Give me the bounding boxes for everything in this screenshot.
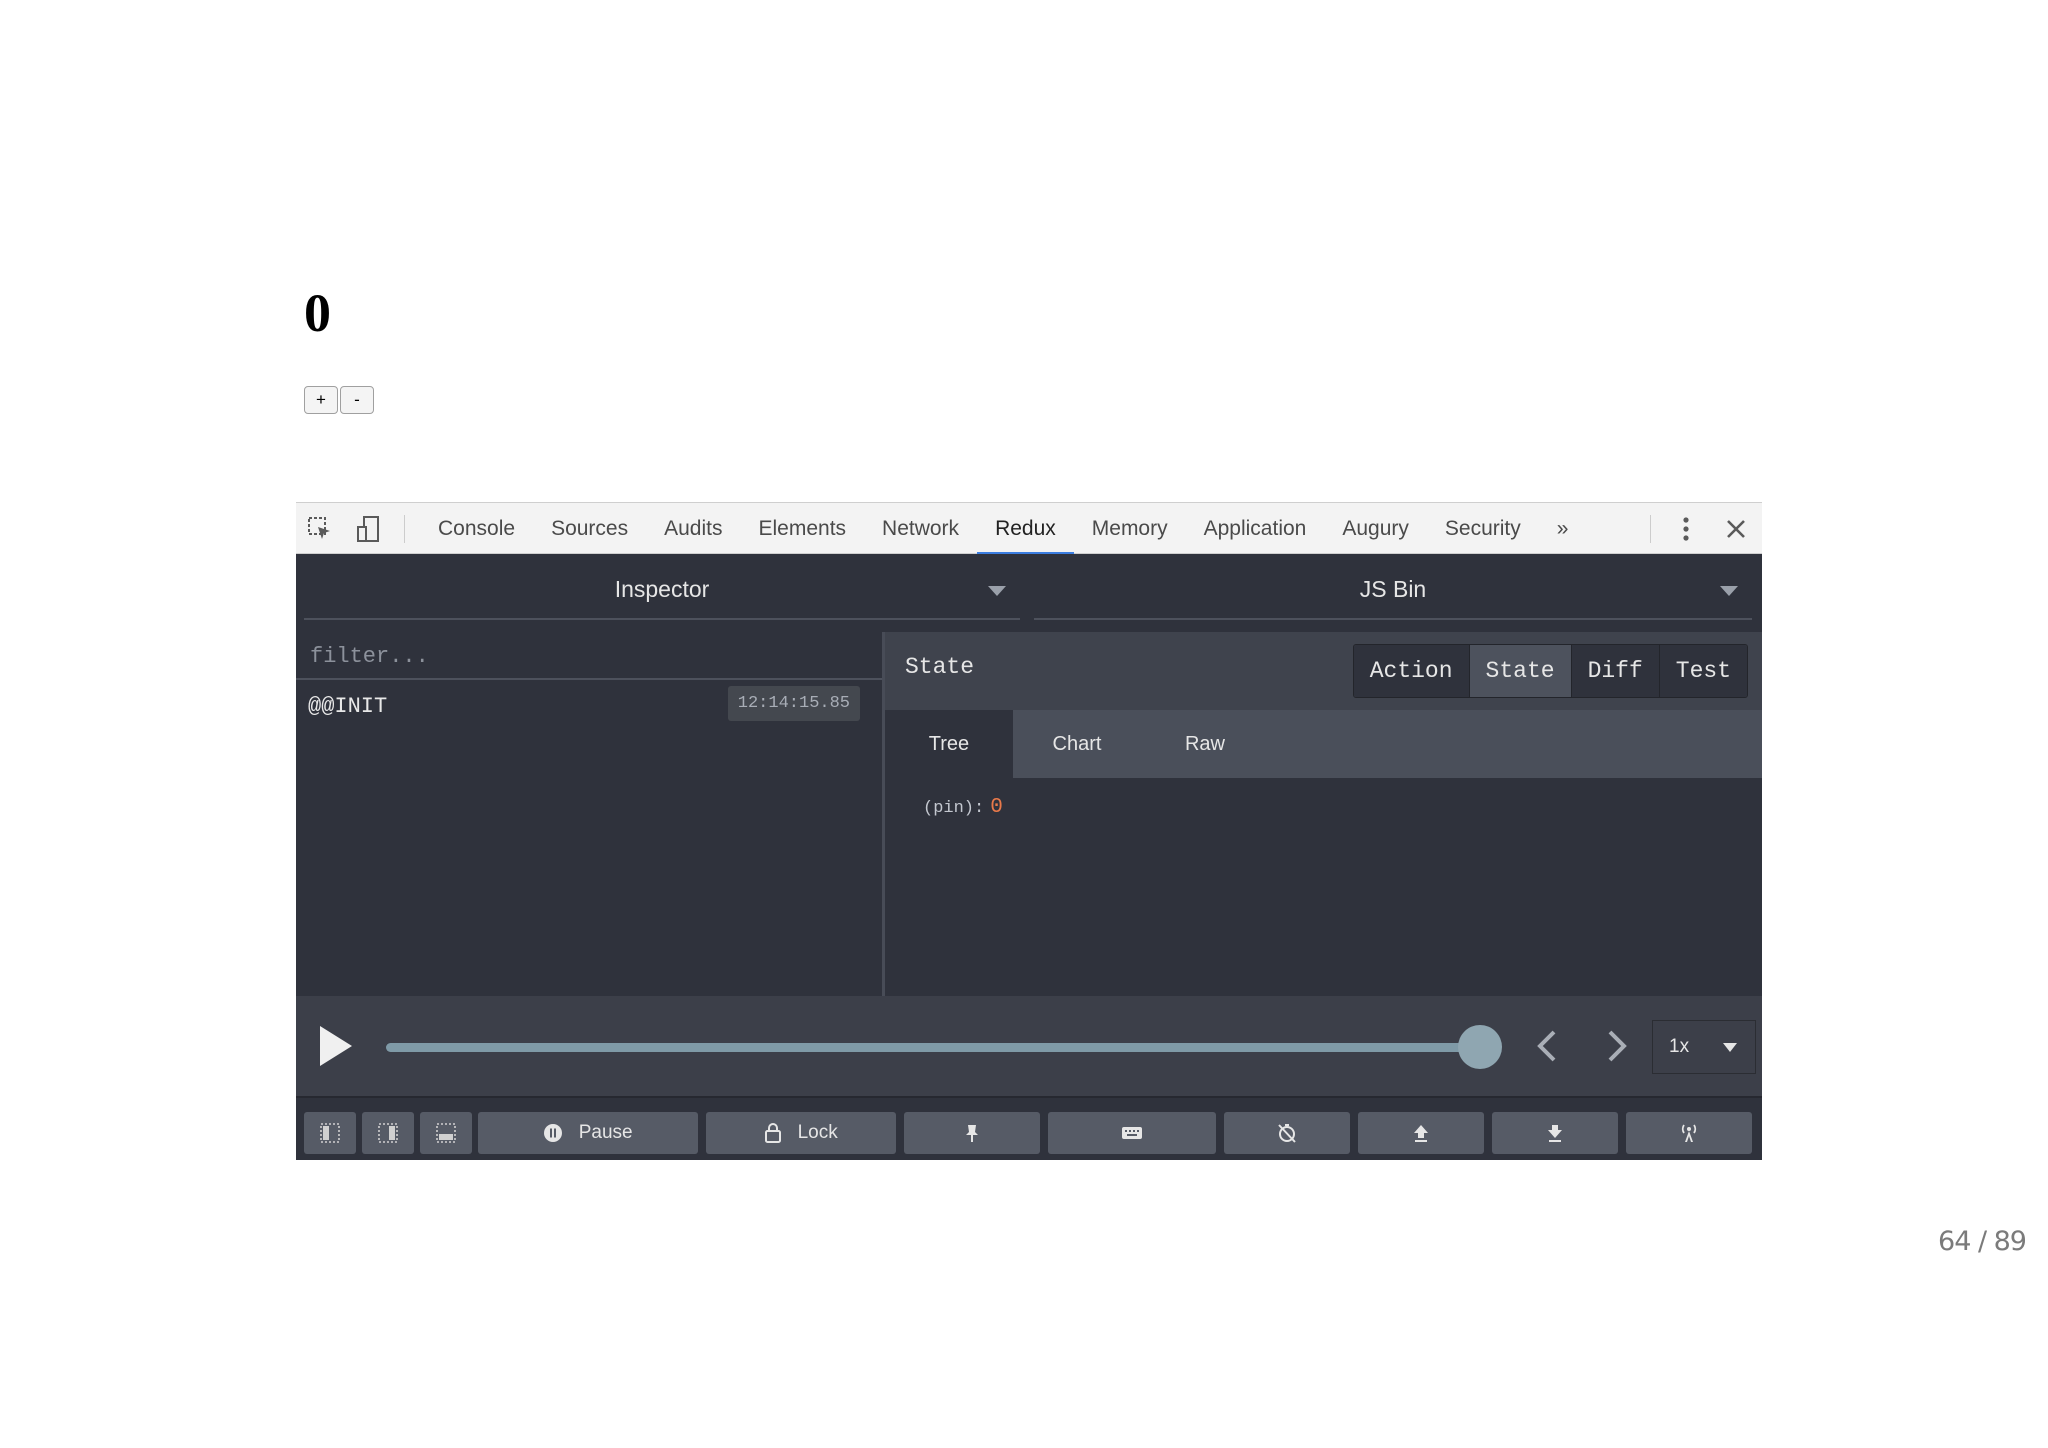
pin-icon [966,1124,978,1142]
decrement-button[interactable]: - [340,386,374,414]
view-tabs: Tree Chart Raw [885,710,1762,778]
close-icon[interactable] [1722,515,1750,543]
tab-sources[interactable]: Sources [533,503,646,555]
timeline-track[interactable] [386,1043,1482,1052]
tab-console[interactable]: Console [420,503,533,555]
action-timestamp: 12:14:15.85 [727,686,860,721]
tab-action[interactable]: Action [1353,645,1469,697]
tab-application[interactable]: Application [1186,503,1325,555]
dispatcher-button[interactable] [1048,1112,1216,1154]
slider-monitor: 1x [296,996,1762,1096]
export-button[interactable] [1492,1112,1618,1154]
import-button[interactable] [1358,1112,1484,1154]
chevron-down-icon [988,586,1006,596]
monitor-selectors: Inspector JS Bin [296,554,1762,632]
counter-buttons: + - [304,386,374,414]
pause-icon [544,1124,563,1142]
instance-select-value: JS Bin [1359,576,1427,602]
tab-elements[interactable]: Elements [740,503,864,555]
dock-right-icon [378,1123,398,1143]
remote-button[interactable] [1626,1112,1752,1154]
devtools-panel: Console Sources Audits Elements Network … [296,502,1762,1160]
tab-security[interactable]: Security [1427,503,1539,555]
previous-icon[interactable] [1528,1026,1568,1066]
lock-icon [765,1123,782,1143]
tab-memory[interactable]: Memory [1074,503,1186,555]
download-icon [1548,1124,1562,1142]
increment-button[interactable]: + [304,386,338,414]
action-list-pane: filter... @@INIT 12:14:15.85 [296,632,885,996]
tab-network[interactable]: Network [864,503,977,555]
device-toolbar-icon[interactable] [354,515,382,543]
monitor-select-value: Inspector [614,576,710,602]
tab-test[interactable]: Test [1658,645,1747,697]
inspector-tabs: Action State Diff Test [1352,644,1748,698]
toolbar-divider [1650,515,1651,543]
inspector-pane: State Action State Diff Test Tree Chart … [885,632,1762,996]
timer-off-icon [1278,1123,1296,1143]
action-list-item[interactable]: @@INIT 12:14:15.85 [296,684,882,730]
broadcast-icon [1681,1124,1697,1142]
tab-tree[interactable]: Tree [885,710,1013,778]
inspect-element-icon[interactable] [306,515,334,543]
action-name: @@INIT [308,694,388,719]
tab-raw[interactable]: Raw [1141,710,1269,778]
keyboard-icon [1122,1126,1142,1139]
dock-left-icon [320,1123,340,1143]
persist-button[interactable] [904,1112,1040,1154]
upload-icon [1414,1124,1428,1142]
slide-page-number: 64 / 89 [1938,1226,2027,1257]
instance-select[interactable]: JS Bin [1034,564,1752,620]
chevron-down-icon [1720,586,1738,596]
filter-input[interactable]: filter... [296,632,882,680]
pause-button[interactable]: Pause [478,1112,698,1154]
tab-augury[interactable]: Augury [1324,503,1427,555]
devtools-toolbar: Console Sources Audits Elements Network … [296,502,1762,555]
counter-value: 0 [304,283,331,343]
state-value: 0 [990,796,1003,819]
log-monitor-button[interactable] [304,1112,356,1154]
tab-audits[interactable]: Audits [646,503,740,555]
more-tabs-icon[interactable]: » [1539,503,1587,555]
tab-redux[interactable]: Redux [977,503,1074,555]
speed-select[interactable]: 1x [1652,1020,1756,1074]
dock-bottom-icon [436,1123,456,1143]
state-tree-row: (pin): 0 [923,796,1003,819]
kebab-menu-icon[interactable] [1672,515,1700,543]
next-icon[interactable] [1596,1026,1636,1066]
lock-label: Lock [797,1122,838,1143]
speed-value: 1x [1669,1036,1690,1057]
inspector-title: State [905,654,975,680]
state-key: (pin): [923,799,985,818]
chevron-down-icon [1723,1043,1737,1052]
tab-state[interactable]: State [1468,645,1571,697]
bottom-toolbar: Pause Lock [296,1096,1762,1160]
dock-bottom-button[interactable] [420,1112,472,1154]
lock-button[interactable]: Lock [706,1112,896,1154]
timeline-handle[interactable] [1458,1025,1502,1069]
inspector-header: State Action State Diff Test [885,632,1762,710]
toolbar-divider [404,515,405,543]
tab-diff[interactable]: Diff [1570,645,1659,697]
pause-label: Pause [578,1122,633,1143]
play-icon[interactable] [320,1026,352,1066]
devtools-tabs: Console Sources Audits Elements Network … [420,503,1586,555]
tab-chart[interactable]: Chart [1013,710,1141,778]
dock-right-button[interactable] [362,1112,414,1154]
slider-toggle-button[interactable] [1224,1112,1350,1154]
monitor-select[interactable]: Inspector [304,564,1020,620]
